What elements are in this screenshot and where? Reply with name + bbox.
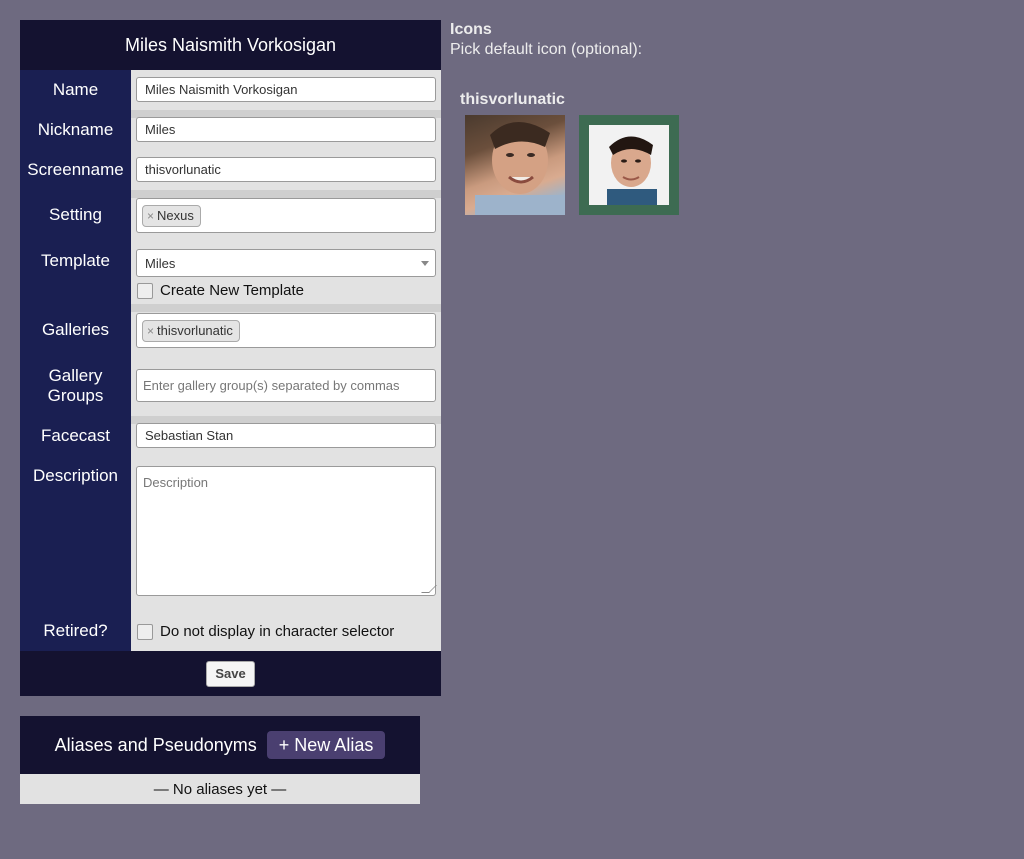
template-label: Template: [41, 251, 110, 270]
facecast-value: Sebastian Stan: [145, 428, 234, 443]
setting-tag: × Nexus: [142, 204, 201, 227]
resize-handle-icon[interactable]: [421, 585, 437, 593]
create-template-checkbox[interactable]: [137, 283, 153, 299]
galleries-tag: × thisvorlunatic: [142, 319, 240, 342]
screenname-value: thisvorlunatic: [145, 162, 221, 177]
nickname-value: Miles: [145, 122, 176, 137]
name-label: Name: [52, 80, 99, 99]
nickname-input[interactable]: Miles: [136, 117, 436, 142]
name-input[interactable]: Miles Naismith Vorkosigan: [136, 77, 436, 102]
template-select[interactable]: Miles: [136, 249, 436, 277]
galleries-select[interactable]: × thisvorlunatic: [136, 313, 436, 348]
gallery-groups-label: Gallery Groups: [47, 366, 104, 405]
icons-title: Icons: [450, 21, 492, 38]
chevron-down-icon: [421, 261, 429, 266]
screenname-label: Screenname: [27, 160, 124, 179]
name-value: Miles Naismith Vorkosigan: [145, 82, 298, 97]
face-portrait-1: [475, 121, 565, 215]
nickname-label: Nickname: [37, 120, 114, 139]
aliases-title: Aliases and Pseudonyms: [54, 734, 257, 755]
gallery-name: thisvorlunatic: [460, 91, 565, 108]
tag-remove-icon[interactable]: ×: [147, 209, 154, 223]
description-label: Description: [32, 466, 119, 485]
retired-label: Retired?: [43, 621, 108, 640]
galleries-label: Galleries: [41, 320, 110, 339]
gallery-groups-placeholder: Enter gallery group(s) separated by comm…: [143, 378, 400, 393]
form-footer: Save: [20, 651, 441, 696]
description-textarea[interactable]: Description: [136, 466, 437, 596]
retired-checkbox[interactable]: [137, 624, 153, 640]
icon-2[interactable]: [579, 115, 679, 215]
setting-tag-label: Nexus: [157, 208, 194, 223]
aliases-header: Aliases and Pseudonyms + New Alias: [20, 716, 420, 774]
icon-1[interactable]: [465, 115, 565, 215]
row-divider: [131, 304, 441, 312]
setting-label: Setting: [49, 205, 102, 224]
create-template-label: Create New Template: [160, 282, 304, 299]
new-alias-button[interactable]: + New Alias: [266, 731, 386, 759]
retired-checkbox-label: Do not display in character selector: [160, 623, 395, 640]
label-column: [20, 70, 131, 651]
facecast-input[interactable]: Sebastian Stan: [136, 423, 436, 448]
tag-remove-icon[interactable]: ×: [147, 324, 154, 338]
galleries-tag-label: thisvorlunatic: [157, 323, 233, 338]
row-divider: [131, 190, 441, 198]
aliases-empty-text: — No aliases yet —: [20, 774, 420, 804]
setting-select[interactable]: × Nexus: [136, 198, 436, 233]
face-portrait-2: [589, 125, 669, 205]
save-button[interactable]: Save: [206, 660, 255, 687]
gallery-groups-input[interactable]: Enter gallery group(s) separated by comm…: [136, 369, 436, 402]
facecast-label: Facecast: [41, 426, 110, 445]
form-title: Miles Naismith Vorkosigan: [20, 20, 441, 70]
character-title: Miles Naismith Vorkosigan: [124, 34, 337, 55]
description-placeholder: Description: [143, 475, 209, 490]
icons-subtitle: Pick default icon (optional):: [450, 41, 643, 58]
template-value: Miles: [145, 255, 176, 271]
screenname-input[interactable]: thisvorlunatic: [136, 157, 436, 182]
aliases-panel: Aliases and Pseudonyms + New Alias — No …: [20, 716, 420, 804]
